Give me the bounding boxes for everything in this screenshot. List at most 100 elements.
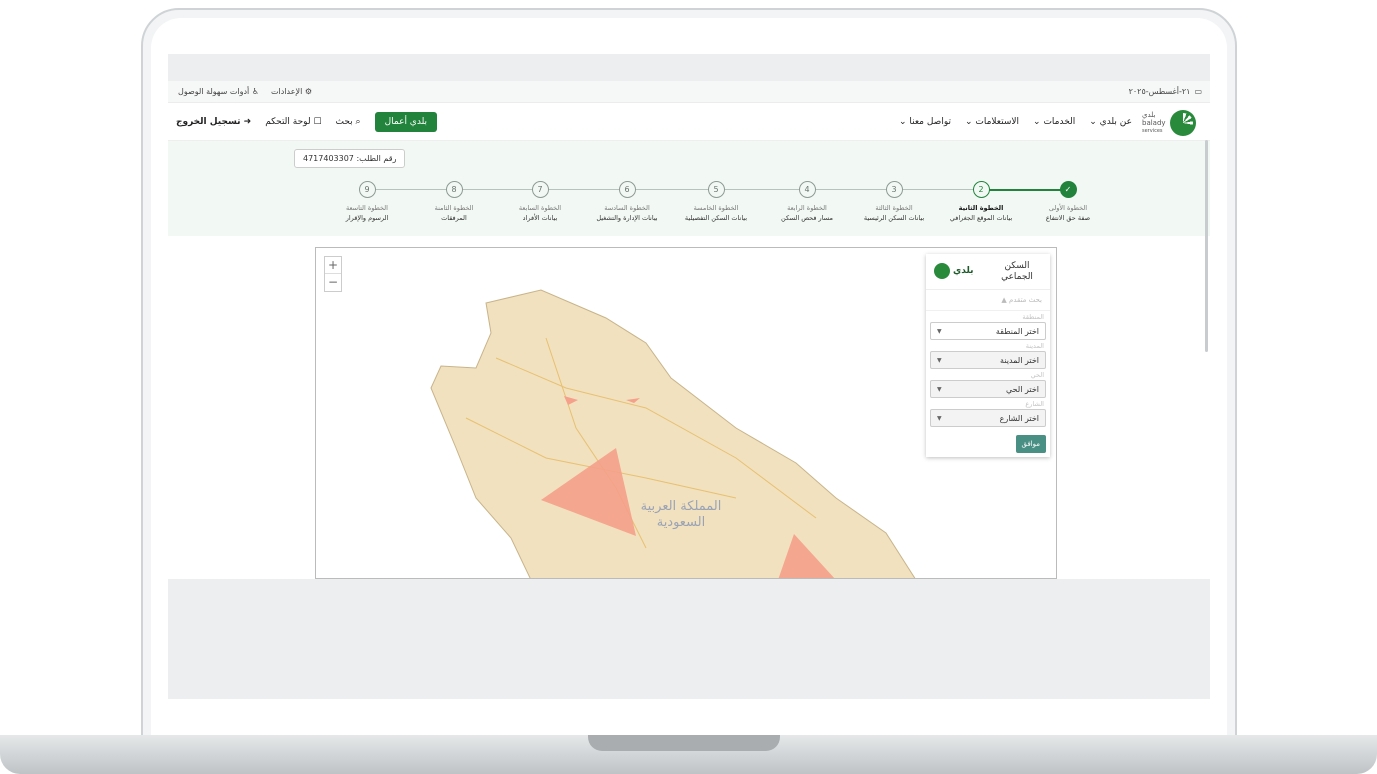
district-label: الحي: [1030, 371, 1044, 379]
step-title: الخطوة الخامسة: [693, 204, 739, 212]
step-4: 4 الخطوة الرابعة مسار فحص السكن: [762, 181, 852, 222]
zoom-out-button[interactable]: −: [325, 274, 341, 291]
logo-sub: services: [1142, 128, 1163, 134]
utility-links: ⚙ الإعدادات ♿ أدوات سهولة الوصول: [178, 87, 312, 96]
main-navbar: بلدي balady services عن بلدي ⌄ الخدمات ⌄…: [168, 103, 1210, 141]
step-check-icon: ✓: [1059, 181, 1077, 198]
step-title: الخطوة السابعة: [518, 204, 562, 212]
step-number: 6: [618, 181, 636, 198]
step-6: 6 الخطوة السادسة بيانات الإدارة والتشغيل: [582, 181, 672, 222]
step-subtitle: الرسوم والإقرار: [345, 214, 389, 222]
step-number: 3: [885, 181, 903, 198]
logo-icon: [934, 263, 950, 279]
step-title: الخطوة الثامنة: [434, 204, 474, 212]
date-display: ▭ ٢١-أغسطس-٢٠٢٥: [1129, 87, 1202, 96]
menu-label: الخدمات: [1043, 117, 1076, 127]
user-icon: ☐: [313, 117, 322, 127]
menu-label: تواصل معنا: [909, 117, 951, 127]
balady-business-button[interactable]: بلدي أعمال: [374, 112, 438, 132]
dashboard-label: لوحة التحكم: [265, 117, 311, 127]
step-2: 2 الخطوة الثانية بيانات الموقع الجغرافي: [936, 181, 1026, 222]
city-value: اختر المدينة: [1000, 355, 1039, 365]
panel-title: السكن الجماعي: [1001, 261, 1033, 282]
search-icon: ⌕: [355, 117, 361, 127]
step-title: الخطوة الرابعة: [787, 204, 827, 212]
map-country-label: المملكة العربية: [641, 499, 722, 514]
region-value: اختر المنطقة: [995, 326, 1039, 336]
step-8: 8 الخطوة الثامنة المرفقات: [409, 181, 499, 222]
step-subtitle: صفة حق الانتفاع: [1045, 214, 1091, 222]
step-number: 5: [707, 181, 725, 198]
step-number: 7: [531, 181, 549, 198]
scrollbar[interactable]: [1205, 140, 1208, 352]
step-title: الخطوة السادسة: [604, 204, 650, 212]
menu-label: عن بلدي: [1099, 117, 1132, 127]
street-label: الشارع: [1025, 400, 1044, 408]
step-3: 3 الخطوة الثالثة بيانات السكن الرئيسية: [849, 181, 939, 222]
step-7: 7 الخطوة السابعة بيانات الأفراد: [495, 181, 585, 222]
logo-name-ar: بلدي: [1142, 111, 1156, 119]
accessibility-link[interactable]: ♿ أدوات سهولة الوصول: [178, 87, 259, 96]
search-label: بحث: [335, 117, 353, 127]
steps-band: رقم الطلب: 4717403307 ✓ الخطوة الأولى صف…: [168, 141, 1210, 236]
district-select[interactable]: اختر الحي ▼: [930, 380, 1046, 398]
order-label: رقم الطلب:: [356, 154, 397, 163]
current-date: ٢١-أغسطس-٢٠٢٥: [1128, 87, 1191, 96]
menu-item-about[interactable]: عن بلدي ⌄: [1089, 117, 1132, 127]
step-subtitle: بيانات السكن التفصيلية: [684, 214, 748, 222]
step-subtitle: بيانات السكن الرئيسية: [863, 214, 925, 222]
order-number: 4717403307: [303, 154, 354, 163]
logout-label: تسجيل الخروج: [176, 117, 241, 127]
step-subtitle: مسار فحص السكن: [781, 214, 833, 222]
ok-button[interactable]: موافق: [1015, 435, 1046, 453]
map-country-label-2: السعودية: [657, 515, 706, 530]
logout-button[interactable]: ➜ تسجيل الخروج: [176, 117, 251, 127]
step-number: 4: [798, 181, 816, 198]
city-select[interactable]: اختر المدينة ▼: [930, 351, 1046, 369]
logo-icon: [1169, 110, 1196, 136]
step-subtitle: بيانات الإدارة والتشغيل: [596, 214, 658, 222]
region-select[interactable]: اختر المنطقة ▼: [930, 322, 1046, 340]
menu-item-services[interactable]: الخدمات ⌄: [1033, 117, 1075, 127]
balady-logo[interactable]: بلدي balady services: [1142, 108, 1202, 138]
dashboard-button[interactable]: ☐ لوحة التحكم: [265, 117, 321, 127]
district-value: اختر الحي: [1005, 384, 1039, 394]
menu-label: الاستعلامات: [975, 117, 1020, 127]
laptop-notch: [588, 735, 780, 751]
panel-logo: بلدي: [934, 263, 974, 279]
logo-wordmark: بلدي balady services: [1142, 111, 1166, 135]
calendar-icon: ▭: [1194, 87, 1202, 96]
advanced-search-label: بحث متقدم: [1009, 296, 1042, 304]
step-1: ✓ الخطوة الأولى صفة حق الانتفاع: [1023, 181, 1113, 222]
step-5: 5 الخطوة الخامسة بيانات السكن التفصيلية: [671, 181, 761, 222]
region-label: المنطقة: [1022, 313, 1044, 321]
order-number-box: رقم الطلب: 4717403307: [294, 149, 406, 168]
panel-logo-text: بلدي: [953, 265, 974, 276]
nav-actions: بلدي أعمال ⌕ بحث ☐ لوحة التحكم ➜ تسجيل ا…: [176, 112, 438, 132]
advanced-search-toggle[interactable]: بحث متقدم ▲: [926, 290, 1050, 311]
logout-icon: ➜: [243, 117, 252, 127]
step-title: الخطوة الثانية: [958, 204, 1004, 212]
settings-label: الإعدادات: [271, 87, 303, 96]
accessibility-label: أدوات سهولة الوصول: [178, 87, 250, 96]
step-subtitle: المرفقات: [441, 214, 467, 222]
menu-item-inquiries[interactable]: الاستعلامات ⌄: [965, 117, 1019, 127]
step-number: 9: [358, 181, 376, 198]
chevron-up-icon: ▲: [1001, 296, 1007, 304]
search-button[interactable]: ⌕ بحث: [336, 117, 361, 127]
land-shape: [430, 289, 916, 578]
chevron-down-icon: ▼: [937, 385, 942, 393]
panel-header: السكن الجماعي بلدي: [926, 254, 1050, 290]
chevron-down-icon: ▼: [937, 414, 942, 422]
logo-name-en: balady: [1142, 119, 1166, 127]
settings-link[interactable]: ⚙ الإعدادات: [271, 87, 312, 96]
menu-item-contact[interactable]: تواصل معنا ⌄: [899, 117, 951, 127]
step-title: الخطوة التاسعة: [346, 204, 388, 212]
zoom-in-button[interactable]: +: [325, 257, 341, 274]
map[interactable]: المملكة العربية السعودية + − السكن الجما…: [315, 247, 1057, 579]
street-select[interactable]: اختر الشارع ▼: [930, 409, 1046, 427]
step-number: 2: [972, 181, 990, 198]
top-utility-bar: ▭ ٢١-أغسطس-٢٠٢٥ ⚙ الإعدادات ♿ أدوات سهول…: [168, 81, 1210, 103]
chevron-down-icon: ▼: [937, 356, 942, 364]
zoom-control: + −: [324, 256, 342, 292]
